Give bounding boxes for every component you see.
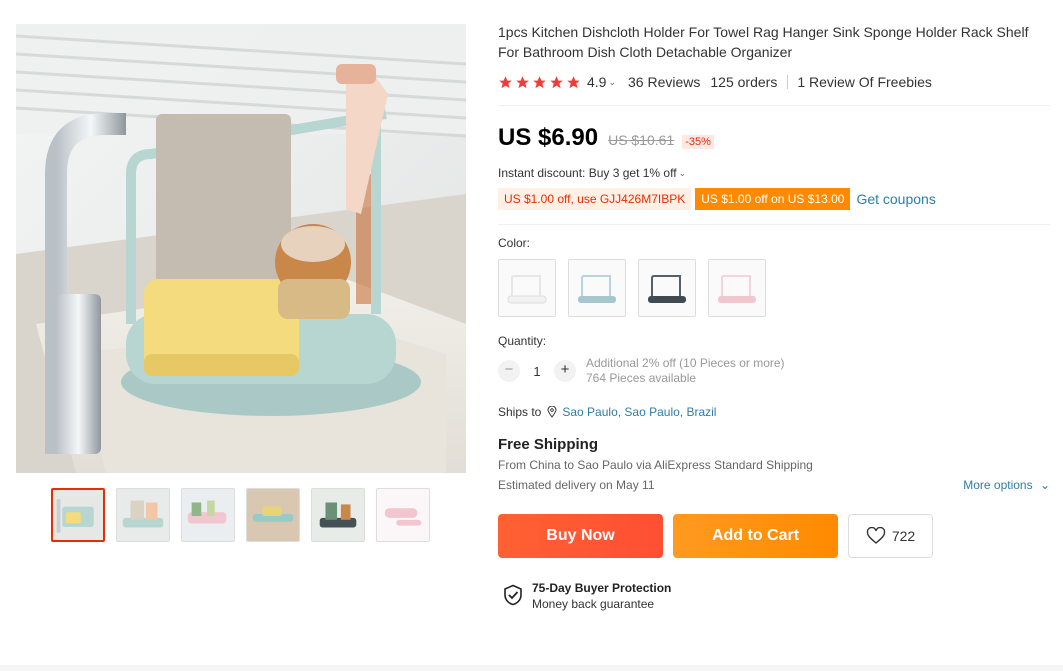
shipping-detail: From China to Sao Paulo via AliExpress S… (498, 458, 813, 472)
wishlist-button[interactable]: 722 (848, 514, 933, 558)
original-price: US $10.61 (608, 132, 675, 148)
instant-discount-label: Instant discount: Buy 3 get 1% off (498, 166, 677, 180)
coupon-threshold-tag[interactable]: US $1.00 off on US $13.00 (695, 188, 851, 210)
divider (787, 75, 789, 89)
buy-now-button[interactable]: Buy Now (498, 514, 663, 558)
quantity-minus-button[interactable]: − (498, 360, 520, 382)
thumbnail-4[interactable] (246, 488, 300, 542)
protection-title: 75-Day Buyer Protection (532, 581, 672, 595)
more-options-label: More options (963, 478, 1033, 492)
location-pin-icon (547, 406, 557, 418)
discount-badge: -35% (682, 135, 714, 149)
purchase-actions: Buy Now Add to Cart 722 (498, 514, 1050, 558)
thumbnail-strip (51, 488, 430, 542)
quantity-plus-button[interactable]: + (554, 360, 576, 382)
product-info-panel: 1pcs Kitchen Dishcloth Holder For Towel … (498, 22, 1050, 612)
chevron-down-icon: ⌄ (678, 167, 687, 178)
rating-row: 4.9 ⌄ 36 Reviews 125 orders 1 Review Of … (498, 72, 1050, 92)
star-rating (498, 75, 581, 90)
buyer-protection: 75-Day Buyer Protection Money back guara… (498, 580, 1050, 612)
current-price: US $6.90 (498, 124, 599, 151)
ships-to-location-link[interactable]: Sao Paulo, Sao Paulo, Brazil (562, 405, 716, 419)
chevron-down-icon: ⌄ (1039, 478, 1050, 492)
get-coupons-link[interactable]: Get coupons (856, 191, 935, 207)
heart-icon (866, 527, 886, 544)
coupon-row: US $1.00 off, use GJJ426M7IBPK US $1.00 … (498, 188, 1050, 210)
reviews-link[interactable]: 36 Reviews (628, 74, 700, 90)
color-swatches (498, 259, 1050, 317)
ships-to-row: Ships to Sao Paulo, Sao Paulo, Brazil (498, 404, 1050, 420)
color-option-dark-gray[interactable] (638, 259, 696, 317)
wishlist-count: 722 (891, 528, 916, 544)
thumbnail-6[interactable] (376, 488, 430, 542)
delivery-row: Estimated delivery on May 11 More option… (498, 478, 1050, 496)
price-row: US $6.90 US $10.61 -35% (498, 124, 1050, 154)
ships-to-label: Ships to (498, 405, 542, 419)
thumbnail-3[interactable] (181, 488, 235, 542)
color-option-light-blue[interactable] (568, 259, 626, 317)
star-icon (499, 75, 512, 88)
thumbnail-2[interactable] (116, 488, 170, 542)
color-option-white[interactable] (498, 259, 556, 317)
thumbnail-1[interactable] (51, 488, 105, 542)
color-option-pink[interactable] (708, 259, 766, 317)
color-label: Color: (498, 236, 531, 250)
quantity-stepper: − 1 + Additional 2% off (10 Pieces or mo… (498, 356, 1050, 385)
orders-count: 125 orders (710, 74, 778, 90)
coupon-code-tag[interactable]: US $1.00 off, use GJJ426M7IBPK (498, 188, 692, 210)
rating-value[interactable]: 4.9 (587, 74, 606, 90)
quantity-value[interactable]: 1 (520, 364, 554, 379)
instant-discount[interactable]: Instant discount: Buy 3 get 1% off ⌄ (498, 164, 1050, 182)
shield-check-icon (504, 584, 522, 606)
star-icon (550, 75, 563, 88)
chevron-down-icon[interactable]: ⌄ (608, 77, 616, 88)
star-icon (516, 75, 529, 88)
free-shipping-label: Free Shipping (498, 436, 599, 453)
pieces-available: 764 Pieces available (586, 371, 697, 385)
main-product-image (16, 24, 466, 473)
star-icon (533, 75, 546, 88)
divider (498, 105, 1050, 106)
add-to-cart-button[interactable]: Add to Cart (673, 514, 838, 558)
star-icon (567, 75, 580, 88)
freebie-reviews-link[interactable]: 1 Review Of Freebies (797, 74, 932, 90)
protection-subtitle: Money back guarantee (532, 597, 655, 611)
bulk-discount-note: Additional 2% off (10 Pieces or more) (586, 356, 785, 370)
quantity-label: Quantity: (498, 334, 547, 348)
divider (0, 665, 1063, 671)
quantity-note: Additional 2% off (10 Pieces or more) 76… (586, 356, 785, 386)
more-options-link[interactable]: More options ⌄ (963, 478, 1050, 496)
product-title: 1pcs Kitchen Dishcloth Holder For Towel … (498, 24, 1029, 60)
thumbnail-5[interactable] (311, 488, 365, 542)
divider (498, 224, 1050, 225)
estimated-delivery: Estimated delivery on May 11 (498, 478, 655, 492)
